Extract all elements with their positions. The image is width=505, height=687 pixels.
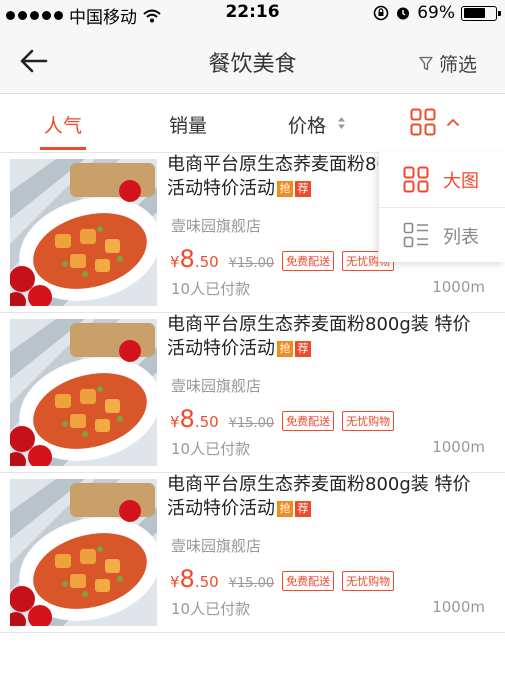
currency-symbol: ¥ bbox=[170, 253, 180, 271]
grid-view-icon bbox=[410, 108, 436, 136]
price-decimal: .50 bbox=[194, 253, 219, 271]
currency-symbol: ¥ bbox=[170, 413, 180, 431]
menu-item-list-label: 列表 bbox=[443, 227, 479, 248]
view-mode-menu: 大图 列表 bbox=[378, 152, 505, 262]
product-image bbox=[10, 319, 157, 466]
product-title-line2-text: 活动特价活动 bbox=[167, 338, 275, 359]
sort-price-tab[interactable]: 价格 bbox=[288, 111, 326, 138]
free-delivery-tag: 免费配送 bbox=[282, 571, 335, 591]
paid-count: 10人已付款 bbox=[171, 600, 251, 618]
price-integer: 8 bbox=[179, 245, 195, 273]
shop-name: 壹味园旗舰店 bbox=[171, 217, 262, 235]
rotation-lock-icon bbox=[373, 5, 389, 21]
funnel-icon bbox=[419, 56, 433, 71]
status-right: 69% bbox=[373, 3, 501, 23]
list-view-icon bbox=[403, 222, 428, 248]
free-delivery-tag: 免费配送 bbox=[282, 411, 335, 431]
price-row: ¥8.50 ¥15.00 免费配送 无忧购物 bbox=[170, 565, 395, 593]
filter-label: 筛选 bbox=[438, 54, 477, 76]
shop-name: 壹味园旗舰店 bbox=[171, 377, 262, 395]
badge-rush: 抢 bbox=[277, 501, 293, 517]
price-row: ¥8.50 ¥15.00 免费配送 无忧购物 bbox=[170, 405, 395, 433]
battery-percent: 69% bbox=[417, 3, 455, 23]
alarm-icon bbox=[397, 7, 410, 20]
product-title-line1: 电商平台原生态荞麦面粉800g装 特价 bbox=[167, 474, 471, 495]
menu-item-grid-view[interactable]: 大图 bbox=[379, 152, 505, 207]
distance: 1000m bbox=[432, 598, 485, 616]
product-title: 电商平台原生态荞麦面粉800g装 特价 活动特价活动抢荐 bbox=[167, 313, 505, 361]
product-image bbox=[10, 479, 157, 626]
product-title-line2-text: 活动特价活动 bbox=[167, 498, 275, 519]
shop-name: 壹味园旗舰店 bbox=[171, 537, 262, 555]
product-title-line2: 活动特价活动抢荐 bbox=[167, 497, 505, 521]
original-price: ¥15.00 bbox=[228, 576, 275, 591]
badge-rush: 抢 bbox=[277, 181, 293, 197]
worry-free-tag: 无忧购物 bbox=[342, 411, 395, 431]
grid-view-icon bbox=[403, 166, 429, 193]
price-integer: 8 bbox=[179, 405, 195, 433]
sort-popularity-tab[interactable]: 人气 bbox=[44, 111, 82, 138]
filter-button[interactable]: 筛选 bbox=[419, 50, 477, 77]
price-row: ¥8.50 ¥15.00 免费配送 无忧购物 bbox=[170, 245, 395, 273]
menu-item-grid-label: 大图 bbox=[443, 171, 479, 192]
distance: 1000m bbox=[432, 278, 485, 296]
product-title-line1: 电商平台原生态荞麦面粉800g装 特价 bbox=[167, 314, 471, 335]
product-title: 电商平台原生态荞麦面粉800g装 特价 活动特价活动抢荐 bbox=[167, 473, 505, 521]
badge-rush: 抢 bbox=[277, 341, 293, 357]
nav-bar: 餐饮美食 筛选 bbox=[0, 26, 505, 94]
chevron-up-icon bbox=[446, 118, 460, 126]
menu-item-list-view[interactable]: 列表 bbox=[379, 208, 505, 263]
badge-recommend: 荐 bbox=[295, 501, 311, 517]
currency-symbol: ¥ bbox=[170, 573, 180, 591]
active-tab-indicator bbox=[40, 147, 86, 150]
product-card[interactable]: 电商平台原生态荞麦面粉800g装 特价 活动特价活动抢荐壹味园旗舰店 ¥8.50 ¥1… bbox=[0, 313, 505, 473]
badge-recommend: 荐 bbox=[295, 341, 311, 357]
price-decimal: .50 bbox=[194, 413, 219, 431]
status-bar: 中国移动 22:16 69% bbox=[0, 0, 505, 28]
original-price: ¥15.00 bbox=[228, 416, 275, 431]
sort-bar: 人气 销量 价格 bbox=[0, 95, 505, 153]
battery-icon bbox=[461, 5, 501, 21]
product-title-line2-text: 活动特价活动 bbox=[167, 178, 275, 199]
distance: 1000m bbox=[432, 438, 485, 456]
price-integer: 8 bbox=[179, 565, 195, 593]
free-delivery-tag: 免费配送 bbox=[282, 251, 335, 271]
price-decimal: .50 bbox=[194, 573, 219, 591]
sort-sales-tab[interactable]: 销量 bbox=[169, 111, 207, 138]
battery-fill bbox=[463, 8, 485, 18]
badge-recommend: 荐 bbox=[295, 181, 311, 197]
original-price: ¥15.00 bbox=[228, 256, 275, 271]
sort-arrows-icon bbox=[338, 117, 345, 129]
product-card[interactable]: 电商平台原生态荞麦面粉800g装 特价 活动特价活动抢荐壹味园旗舰店 ¥8.50 ¥1… bbox=[0, 473, 505, 633]
worry-free-tag: 无忧购物 bbox=[342, 571, 395, 591]
view-toggle-button[interactable] bbox=[410, 108, 460, 136]
paid-count: 10人已付款 bbox=[171, 440, 251, 458]
paid-count: 10人已付款 bbox=[171, 280, 251, 298]
product-image bbox=[10, 159, 157, 306]
product-title-line2: 活动特价活动抢荐 bbox=[167, 337, 505, 361]
